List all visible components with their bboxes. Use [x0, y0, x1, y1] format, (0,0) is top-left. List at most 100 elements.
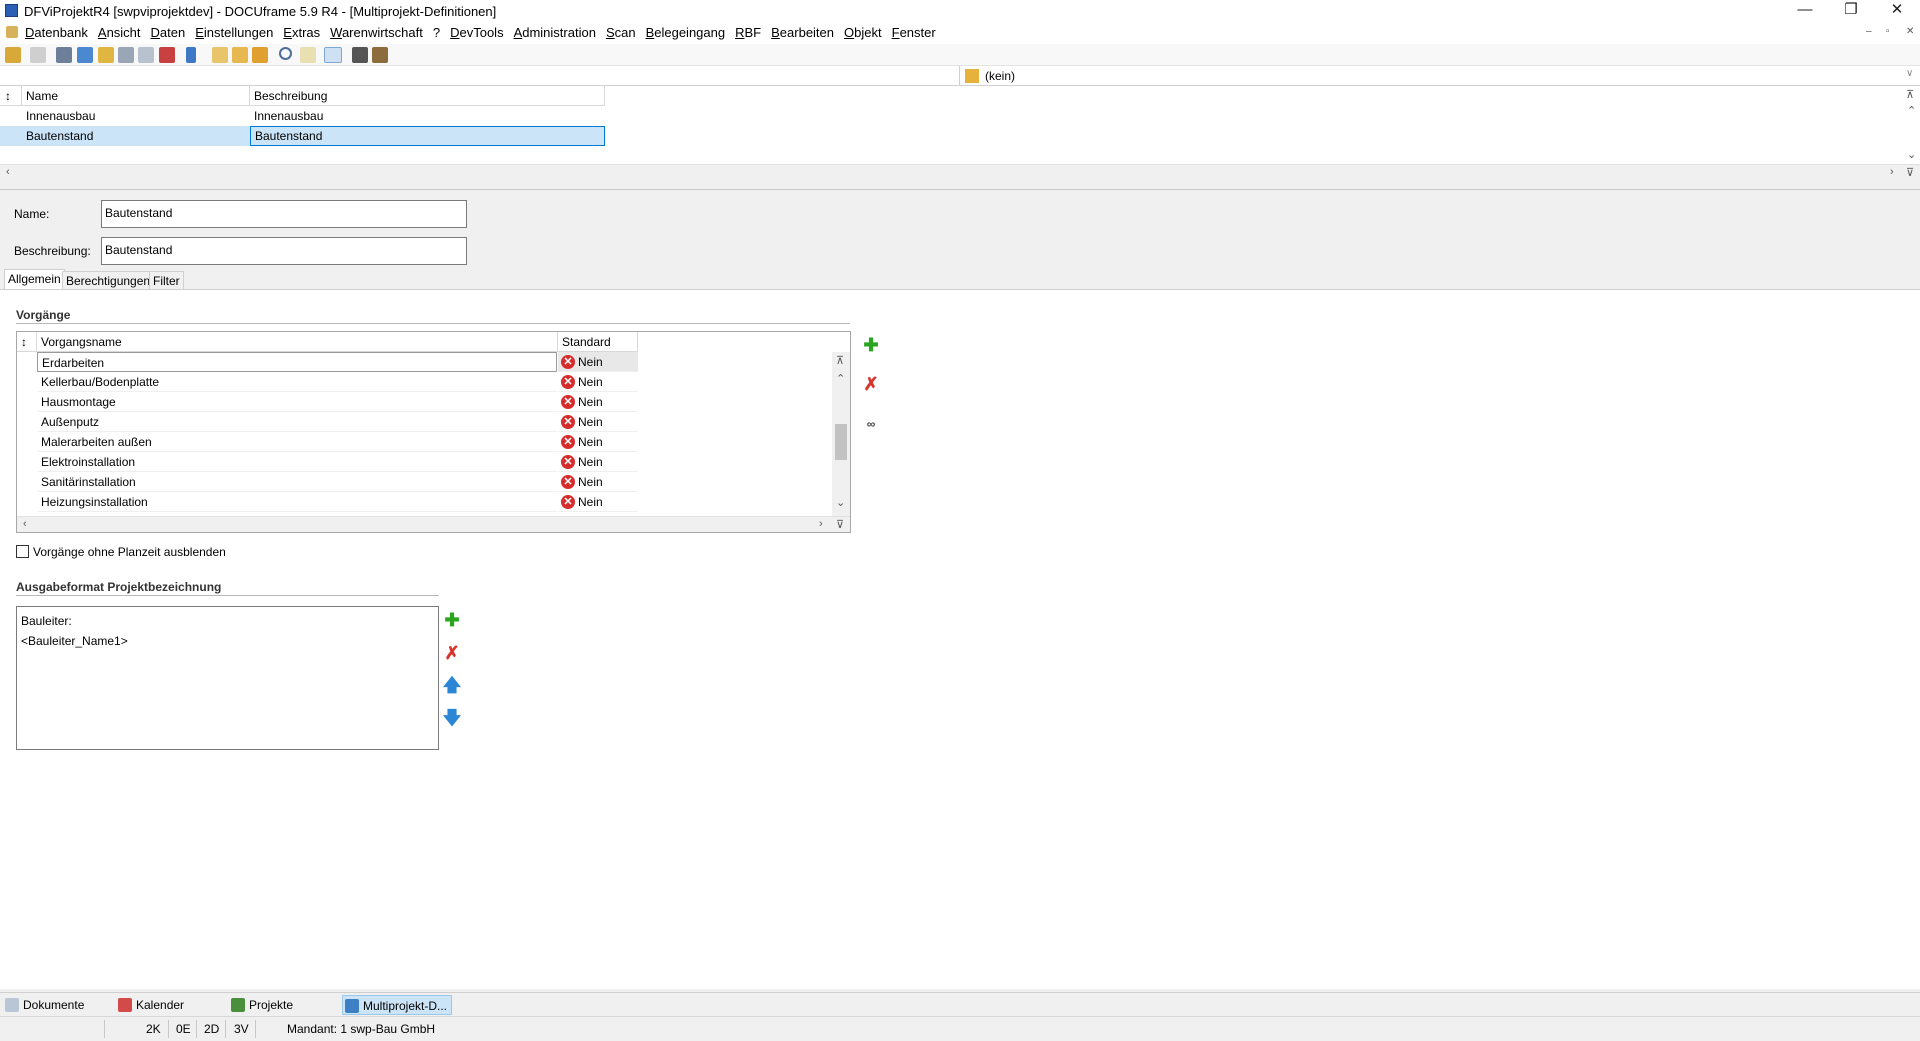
mdi-minimize-button[interactable]: – — [1866, 26, 1872, 37]
menu-help[interactable]: ? — [428, 22, 445, 44]
table-row[interactable]: Außenputz ✕ Nein — [37, 412, 638, 432]
delete-format-button[interactable]: ✗ — [442, 643, 462, 663]
search-disabled-icon[interactable] — [300, 47, 316, 63]
scroll-right-icon[interactable]: › — [819, 518, 823, 530]
vorgaenge-title: Vorgänge — [16, 308, 71, 322]
menu-datenbank[interactable]: Datenbank — [20, 22, 93, 44]
scroll-down-icon[interactable]: ⌄ — [1907, 148, 1916, 161]
mdi-close-button[interactable]: ✕ — [1906, 26, 1914, 37]
copy-icon[interactable] — [138, 47, 154, 63]
table-row[interactable]: Elektroinstallation ✕ Nein — [37, 452, 638, 472]
menu-scan[interactable]: Scan — [601, 22, 641, 44]
menu-warenwirtschaft[interactable]: Warenwirtschaft — [325, 22, 428, 44]
horizontal-scrollbar[interactable]: ‹ › ⊽ — [17, 516, 850, 532]
column-header-standard[interactable]: Standard — [558, 332, 638, 352]
menu-objekt[interactable]: Objekt — [839, 22, 887, 44]
doc-tab-dokumente[interactable]: Dokumente — [3, 995, 113, 1015]
list-item[interactable]: Bauleiter: — [21, 611, 434, 631]
window-title: DFViProjektR4 [swpviprojektdev] - DOCUfr… — [24, 4, 497, 19]
scroll-down-icon[interactable]: ⌄ — [836, 496, 845, 509]
table-row-selected[interactable]: Bautenstand Bautenstand — [0, 126, 605, 146]
tab-filter[interactable]: Filter — [149, 271, 184, 289]
column-header-vorgangsname[interactable]: Vorgangsname — [37, 332, 558, 352]
table-row[interactable]: Sanitärinstallation ✕ Nein — [37, 472, 638, 492]
menu-fenster[interactable]: Fenster — [887, 22, 941, 44]
scroll-top-icon[interactable]: ⊼ — [836, 354, 844, 367]
chevron-down-icon[interactable]: ∨ — [1906, 68, 1913, 79]
vertical-scrollbar[interactable]: ⊼ ⌃ ⌄ — [832, 352, 850, 516]
add-vorgang-button[interactable]: ✚ — [861, 335, 881, 355]
open-icon[interactable] — [5, 47, 21, 63]
hide-without-planzeit-checkbox[interactable] — [16, 545, 29, 558]
move-down-button[interactable]: 🡇 — [442, 708, 462, 728]
table-row[interactable]: Malerarbeiten außen ✕ Nein — [37, 432, 638, 452]
search-icon[interactable] — [279, 47, 292, 60]
menu-daten[interactable]: Daten — [146, 22, 191, 44]
add-format-button[interactable]: ✚ — [442, 610, 462, 630]
move-up-button[interactable]: 🡅 — [442, 675, 462, 695]
list-icon[interactable] — [77, 47, 93, 63]
tab-allgemein[interactable]: Allgemein — [4, 269, 65, 289]
cell-standard: ✕ Nein — [558, 412, 638, 432]
table-row[interactable]: Hausmontage ✕ Nein — [37, 392, 638, 412]
menu-bearbeiten[interactable]: Bearbeiten — [766, 22, 839, 44]
delete-vorgang-button[interactable]: ✗ — [861, 374, 881, 394]
scroll-bottom-icon[interactable]: ⊽ — [836, 518, 844, 531]
horizontal-scrollbar[interactable]: ‹ › ⊽ — [0, 164, 1920, 180]
doc-tab-kalender[interactable]: Kalender — [116, 995, 226, 1015]
pin-icon[interactable] — [186, 47, 196, 63]
menu-devtools[interactable]: DevTools — [445, 22, 508, 44]
calendar-icon[interactable] — [159, 47, 175, 63]
export-icon[interactable] — [252, 47, 268, 63]
menu-administration[interactable]: Administration — [509, 22, 601, 44]
scroll-right-icon[interactable]: › — [1890, 166, 1894, 178]
mdi-restore-button[interactable]: ▫ — [1886, 26, 1890, 37]
app-icon — [5, 4, 18, 17]
menu-extras[interactable]: Extras — [278, 22, 325, 44]
sort-icon[interactable]: ↕ — [17, 332, 37, 352]
scroll-up-icon[interactable]: ⌃ — [836, 372, 845, 385]
doc-new-icon[interactable] — [212, 47, 228, 63]
menu-rbf[interactable]: RBF — [730, 22, 766, 44]
filter-icon[interactable] — [965, 69, 979, 83]
menu-ansicht[interactable]: Ansicht — [93, 22, 146, 44]
table-row[interactable]: Heizungsinstallation ✕ Nein — [37, 492, 638, 512]
column-header-name[interactable]: Name — [22, 86, 250, 106]
divider — [16, 323, 850, 324]
menu-einstellungen[interactable]: Einstellungen — [190, 22, 278, 44]
note-icon[interactable] — [98, 47, 114, 63]
ausgabe-list[interactable]: Bauleiter: <Bauleiter_Name1> — [16, 606, 439, 750]
grid-view-icon[interactable] — [324, 47, 342, 63]
beschreibung-label: Beschreibung: — [14, 244, 91, 258]
wizard-icon[interactable] — [372, 47, 388, 63]
list-item[interactable]: <Bauleiter_Name1> — [21, 631, 434, 651]
card-icon[interactable] — [56, 47, 72, 63]
folder-icon[interactable] — [232, 47, 248, 63]
scroll-top-icon[interactable]: ⊼ — [1906, 88, 1914, 101]
scroll-up-icon[interactable]: ⌃ — [1907, 104, 1916, 117]
scrollbar-thumb[interactable] — [835, 424, 847, 460]
doc-tab-projekte[interactable]: Projekte — [229, 995, 339, 1015]
tools-icon[interactable] — [352, 47, 368, 63]
splitter[interactable] — [0, 180, 1920, 190]
scroll-bottom-icon[interactable]: ⊽ — [1906, 166, 1914, 179]
column-header-beschreibung[interactable]: Beschreibung — [250, 86, 605, 106]
minimize-button[interactable]: — — [1782, 0, 1828, 22]
scroll-left-icon[interactable]: ‹ — [23, 518, 27, 530]
doc-tab-multiprojekt[interactable]: Multiprojekt-D... — [342, 995, 452, 1015]
glasses-icon[interactable]: ∞ — [861, 414, 881, 434]
menu-belegeingang[interactable]: Belegeingang — [641, 22, 731, 44]
close-button[interactable]: ✕ — [1874, 0, 1920, 22]
attach-icon[interactable] — [118, 47, 134, 63]
restore-button[interactable]: ❐ — [1828, 0, 1874, 22]
sort-icon[interactable]: ↕ — [0, 86, 22, 106]
print-icon[interactable] — [30, 47, 46, 63]
scroll-left-icon[interactable]: ‹ — [6, 166, 10, 178]
table-row[interactable]: Kellerbau/Bodenplatte ✕ Nein — [37, 372, 638, 392]
name-field[interactable]: Bautenstand — [101, 200, 467, 228]
filter-input[interactable] — [0, 66, 960, 85]
table-row[interactable]: Innenausbau Innenausbau — [0, 106, 605, 126]
beschreibung-field[interactable]: Bautenstand — [101, 237, 467, 265]
table-row[interactable]: Erdarbeiten ✕ Nein — [37, 352, 638, 372]
tab-berechtigungen[interactable]: Berechtigungen — [62, 271, 155, 289]
